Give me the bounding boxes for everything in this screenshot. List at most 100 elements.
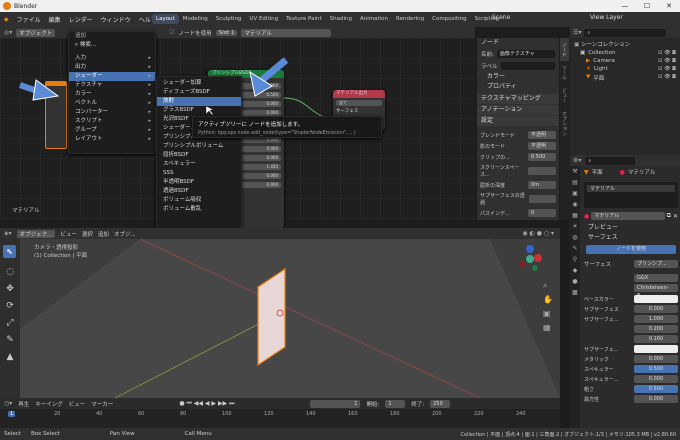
properties-type-icon[interactable]: ⚙▾: [573, 157, 581, 164]
select-tool-icon[interactable]: ⬉: [3, 245, 16, 258]
tex-mapping-section[interactable]: テクスチャマッピング: [477, 94, 559, 104]
outliner-item-label: Camera: [593, 58, 615, 64]
prop-label: 粗さ: [584, 386, 595, 393]
prop-tabs-icons[interactable]: ⚒ ▤ ▣ ◉ ▦ ☀ ◍ ✎ ⚲ ◆ ● ▩: [570, 166, 580, 298]
timeline-menu-playback[interactable]: 再生: [18, 400, 29, 408]
transform-tools-icons[interactable]: ◌ ✥ ⟳ ⤢ ✎ ▲: [3, 264, 17, 366]
name-field[interactable]: 画像テクスチャ: [496, 50, 555, 58]
node-section-header[interactable]: ノード: [477, 38, 559, 48]
outliner-item-label: Collection: [588, 50, 616, 56]
annotation-section[interactable]: アノテーション: [477, 105, 559, 115]
end-frame-field[interactable]: 250: [430, 399, 451, 408]
visibility-icons[interactable]: ☑ 👁 ◘: [658, 50, 676, 56]
outliner-item[interactable]: ▣ Collection ☑ 👁 ◘: [574, 50, 676, 56]
end-label: 終了:: [411, 401, 425, 408]
prop-value-field[interactable]: [634, 295, 678, 303]
prop-value-field[interactable]: 0.100: [634, 335, 678, 343]
n-setting-field[interactable]: 0m: [528, 181, 556, 189]
current-frame-field[interactable]: 1: [310, 399, 361, 408]
viewport-scene: [20, 239, 560, 398]
status-info: Collection | 平面 | 頂点:4 | 面:1 | 三角面:2 | オ…: [460, 431, 676, 438]
prop-value-field[interactable]: 0.500: [634, 385, 678, 393]
status-pan-view: Pan View: [109, 431, 135, 437]
outliner-item-icon: ▣: [580, 50, 586, 56]
material-icon: ●: [584, 212, 590, 220]
3d-viewport[interactable]: カメラ・透視投影 (1) Collection | 平面 ⌕ ✋ ▣ ▦: [20, 239, 560, 398]
timeline-type-icon[interactable]: ◷▾: [4, 400, 12, 407]
playback-controls[interactable]: ● ⏮ ◀◀ ◀ ▶ ▶▶ ⏭: [179, 400, 234, 408]
prop-value-field[interactable]: 1.000: [634, 315, 678, 323]
surface-section[interactable]: サーフェス: [584, 233, 678, 243]
outliner-item[interactable]: ▶ Camera ☑ 👁 ◘: [574, 58, 676, 64]
timeline-tick: 180: [390, 411, 400, 417]
material-slot-item[interactable]: マテリアル: [587, 185, 675, 192]
viewport-type-icon[interactable]: ◈▾: [4, 230, 12, 237]
n-setting-field[interactable]: 不透明: [528, 142, 556, 150]
properties-search[interactable]: ⌕: [585, 156, 636, 165]
visibility-icons[interactable]: ☑ 👁 ◘: [658, 58, 676, 64]
viewport-menu-view[interactable]: ビュー: [60, 230, 77, 238]
viewport-menu-select[interactable]: 選択: [82, 230, 93, 238]
prop-value-field[interactable]: [634, 345, 678, 353]
material-tab-icon: ●: [619, 168, 625, 176]
timeline-menu-keying[interactable]: キーイング: [35, 400, 63, 408]
sidebar-tab-options[interactable]: オプション: [560, 107, 569, 140]
prop-value-field[interactable]: 0.200: [634, 325, 678, 333]
preview-section[interactable]: プレビュー: [584, 223, 678, 233]
copy-icon[interactable]: ⧉: [667, 212, 671, 220]
prop-value-field[interactable]: 0.000: [634, 355, 678, 363]
surface-shader-field[interactable]: プリンシプ...: [634, 260, 678, 268]
timeline-ruler[interactable]: 0204060801001201401601802002202401: [0, 409, 560, 428]
color-section[interactable]: カラー: [477, 72, 559, 82]
sss-method-select[interactable]: Christensen-B...: [634, 284, 678, 299]
n-setting-field[interactable]: 不透明: [528, 131, 556, 139]
n-setting-field[interactable]: [528, 167, 556, 175]
prop-label: メタリック: [584, 356, 610, 363]
label-label: ラベル: [481, 64, 498, 70]
collection-icon: ▣: [574, 42, 581, 48]
n-setting-label: パスインデ...: [480, 210, 510, 217]
outliner-item[interactable]: ▼ 平面 ☑ 👁 ◘: [574, 74, 676, 82]
outliner-item[interactable]: ☀ Light ☑ 👁 ◘: [574, 66, 676, 72]
surface-label: サーフェス: [584, 262, 612, 268]
visibility-icons[interactable]: ☑ 👁 ◘: [658, 66, 676, 72]
n-setting-field[interactable]: 0.500: [528, 153, 556, 161]
n-setting-field[interactable]: 0: [528, 209, 556, 217]
navigation-gizmo[interactable]: [515, 244, 545, 274]
prop-value-field[interactable]: 0.000: [634, 395, 678, 403]
timeline-tick: 120: [264, 411, 274, 417]
prop-label: サブサーフェス: [584, 306, 619, 313]
viewport-nav-icons[interactable]: ⌕ ✋ ▣ ▦: [543, 279, 553, 335]
distribution-select[interactable]: GGX: [634, 274, 678, 282]
timeline-menu-view[interactable]: ビュー: [69, 400, 86, 408]
prop-value-field[interactable]: 0.500: [634, 365, 678, 373]
sidebar-tab-node[interactable]: ノード: [560, 38, 569, 61]
prop-label: 異方性: [584, 396, 600, 403]
sidebar-tab-tool[interactable]: ツール: [560, 61, 569, 84]
prop-label: サブサーフェ...: [584, 346, 619, 353]
unlink-icon[interactable]: ✕: [673, 213, 678, 220]
n-setting-field[interactable]: [528, 195, 556, 203]
status-box-select: Box Select: [30, 431, 60, 437]
viewport-menu-add[interactable]: 追加: [98, 230, 109, 238]
material-slot-list[interactable]: マテリアル: [584, 182, 678, 208]
use-nodes-button[interactable]: ノードを使用: [586, 245, 676, 254]
viewport-mode-select[interactable]: オブジェク...: [16, 229, 56, 238]
outliner-search[interactable]: ⌕: [584, 28, 666, 37]
prop-value-field[interactable]: 0.000: [634, 305, 678, 313]
status-call-menu: Call Menu: [184, 431, 212, 437]
props-section[interactable]: プロパティ: [477, 82, 559, 92]
shading-mode-icons[interactable]: ◉ ◐ ● ○ ▾: [522, 230, 554, 237]
playhead[interactable]: 1: [8, 411, 16, 417]
prop-value-field[interactable]: 0.000: [634, 375, 678, 383]
outliner-type-icon[interactable]: ☰▾: [573, 29, 581, 36]
start-frame-field[interactable]: 1: [385, 399, 406, 408]
label-field[interactable]: [500, 62, 555, 70]
settings-section[interactable]: 設定: [477, 116, 559, 126]
viewport-menu-object[interactable]: オブジ...: [114, 230, 136, 238]
timeline-menu-marker[interactable]: マーカー: [91, 400, 113, 408]
scene-collection-row[interactable]: ▣ シーンコレクション: [574, 40, 676, 48]
sidebar-tab-view[interactable]: ビュー: [560, 84, 569, 107]
material-name-field[interactable]: マテリアル: [591, 212, 665, 220]
visibility-icons[interactable]: ☑ 👁 ◘: [658, 74, 676, 82]
